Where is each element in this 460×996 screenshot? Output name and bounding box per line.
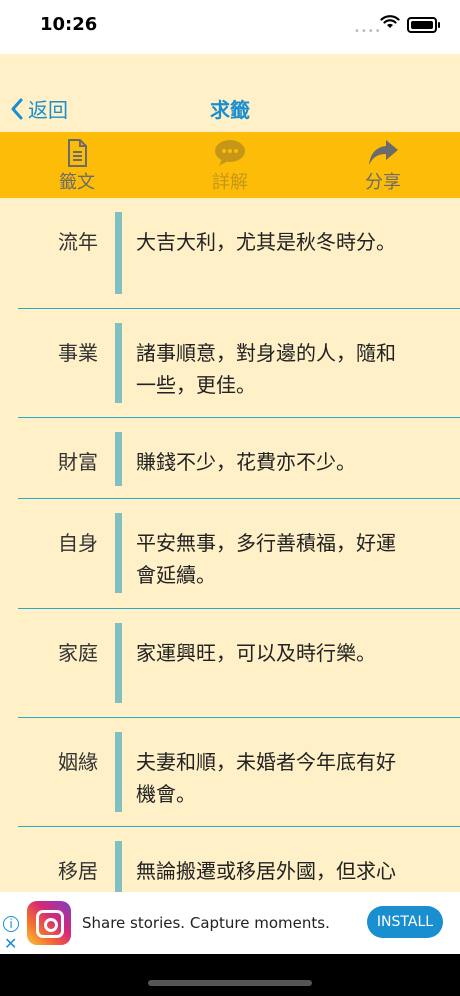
row-text: 賺錢不少，花費亦不少。 — [136, 450, 356, 474]
list-item: 流年 大吉大利，尤其是秋冬時分。 — [18, 198, 460, 309]
list-item: 財富 賺錢不少，花費亦不少。 — [18, 418, 460, 499]
row-text: 家運興旺，可以及時行樂。 — [136, 641, 376, 665]
page-title: 求籤 — [210, 98, 250, 122]
row-accent-bar — [115, 841, 122, 892]
share-arrow-icon — [369, 140, 398, 165]
document-icon — [68, 139, 87, 167]
toolbar: 籤文 詳解 分享 — [0, 132, 460, 198]
row-label: 事業 — [58, 341, 98, 365]
row-accent-bar — [115, 432, 122, 486]
fortune-detail-list[interactable]: 流年 大吉大利，尤其是秋冬時分。 事業 諸事順意，對身邊的人，隨和一些，更佳。 … — [0, 198, 460, 892]
row-label: 移居 — [58, 859, 98, 883]
row-text: 平安無事，多行善積福，好運會延續。 — [136, 531, 396, 587]
status-time: 10:26 — [40, 14, 98, 35]
list-item: 姻緣 夫妻和順，未婚者今年底有好機會。 — [18, 718, 460, 827]
list-item: 移居 無論搬遷或移居外國，但求心之所安。 — [18, 827, 460, 892]
install-button[interactable]: INSTALL — [367, 906, 443, 938]
battery-icon — [407, 17, 440, 33]
info-icon[interactable]: i — [3, 916, 19, 932]
home-indicator-area — [0, 954, 460, 996]
row-label: 流年 — [58, 230, 98, 254]
row-label: 家庭 — [58, 641, 98, 665]
navigation-bar: 返回 求籤 — [0, 54, 460, 132]
row-label: 財富 — [58, 450, 98, 474]
status-bar: 10:26 •••• — [0, 0, 460, 54]
row-accent-bar — [115, 732, 122, 812]
toolbar-label-share: 分享 — [365, 172, 401, 193]
toolbar-button-poem[interactable]: 籤文 — [27, 138, 127, 194]
toolbar-label-poem: 籤文 — [59, 172, 95, 193]
toolbar-label-detail: 詳解 — [212, 172, 248, 193]
row-accent-bar — [115, 323, 122, 403]
toolbar-button-detail[interactable]: 詳解 — [180, 138, 280, 194]
row-text: 大吉大利，尤其是秋冬時分。 — [136, 230, 396, 254]
row-label: 姻緣 — [58, 750, 98, 774]
toolbar-button-share[interactable]: 分享 — [333, 138, 433, 194]
ad-banner[interactable]: i ✕ Share stories. Capture moments. INST… — [0, 892, 460, 954]
list-item: 事業 諸事順意，對身邊的人，隨和一些，更佳。 — [18, 309, 460, 418]
row-accent-bar — [115, 212, 122, 294]
list-item: 家庭 家運興旺，可以及時行樂。 — [18, 609, 460, 718]
row-label: 自身 — [58, 531, 98, 555]
list-item: 自身 平安無事，多行善積福，好運會延續。 — [18, 499, 460, 609]
home-indicator[interactable] — [148, 980, 312, 986]
row-accent-bar — [115, 623, 122, 703]
row-text: 諸事順意，對身邊的人，隨和一些，更佳。 — [136, 341, 396, 397]
chat-bubble-icon — [215, 140, 245, 166]
wifi-icon — [380, 15, 400, 28]
row-accent-bar — [115, 513, 122, 593]
instagram-logo-icon — [27, 901, 71, 945]
signal-dots-icon: •••• — [354, 26, 382, 37]
row-text: 無論搬遷或移居外國，但求心之所安。 — [136, 859, 396, 892]
row-text: 夫妻和順，未婚者今年底有好機會。 — [136, 750, 396, 806]
close-icon[interactable]: ✕ — [4, 934, 17, 953]
ad-text: Share stories. Capture moments. — [82, 914, 330, 932]
